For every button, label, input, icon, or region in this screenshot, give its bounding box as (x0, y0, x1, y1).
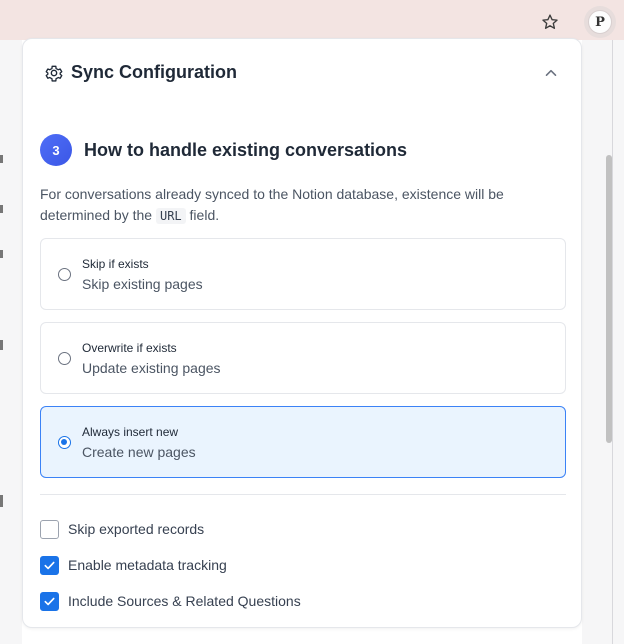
radio-button[interactable] (58, 268, 71, 281)
step-title: How to handle existing conversations (84, 140, 408, 160)
background-page-left (0, 40, 22, 644)
option-overwrite-if-exists[interactable]: Overwrite if exists Update existing page… (40, 322, 566, 394)
url-code: URL (155, 208, 186, 224)
extension-button[interactable]: P (584, 6, 616, 38)
radio-button[interactable] (58, 436, 71, 449)
extension-icon: P (588, 10, 612, 34)
browser-toolbar: P (0, 0, 624, 40)
option-skip-if-exists[interactable]: Skip if exists Skip existing pages (40, 238, 566, 310)
chevron-up-icon[interactable] (543, 65, 559, 81)
gear-icon (45, 65, 63, 82)
sync-configuration-panel: Sync Configuration 3 How to handle exist… (22, 38, 582, 628)
star-icon[interactable] (538, 10, 562, 34)
checkbox[interactable] (40, 555, 59, 575)
description-text-end: field. (189, 207, 220, 223)
option-label: Overwrite if exists (82, 341, 177, 355)
checkbox-include-sources[interactable]: Include Sources & Related Questions (40, 591, 301, 611)
panel-title: Sync Configuration (71, 62, 237, 82)
option-label: Always insert new (82, 425, 179, 439)
checkbox-skip-exported-records[interactable]: Skip exported records (40, 519, 204, 539)
radio-button[interactable] (58, 352, 71, 365)
check-icon (44, 597, 55, 605)
checkbox-label: Skip exported records (68, 521, 205, 537)
check-icon (44, 561, 55, 569)
option-description: Create new pages (82, 444, 196, 460)
divider (40, 494, 566, 495)
divider (612, 40, 613, 644)
checkbox-label: Enable metadata tracking (68, 557, 227, 573)
background-page-right (582, 40, 624, 644)
step-number-badge: 3 (40, 134, 72, 166)
option-label: Skip if exists (82, 257, 149, 271)
description-text: For conversations already synced to the … (40, 186, 504, 223)
checkbox-label: Include Sources & Related Questions (68, 593, 301, 609)
option-description: Skip existing pages (82, 276, 203, 292)
scrollbar-thumb[interactable] (606, 155, 612, 443)
option-always-insert-new[interactable]: Always insert new Create new pages (40, 406, 566, 478)
panel-header[interactable]: Sync Configuration (23, 39, 581, 105)
step-description: For conversations already synced to the … (40, 184, 550, 227)
checkbox[interactable] (40, 591, 59, 611)
option-description: Update existing pages (82, 360, 221, 376)
checkbox[interactable] (40, 519, 59, 539)
checkbox-enable-metadata-tracking[interactable]: Enable metadata tracking (40, 555, 227, 575)
